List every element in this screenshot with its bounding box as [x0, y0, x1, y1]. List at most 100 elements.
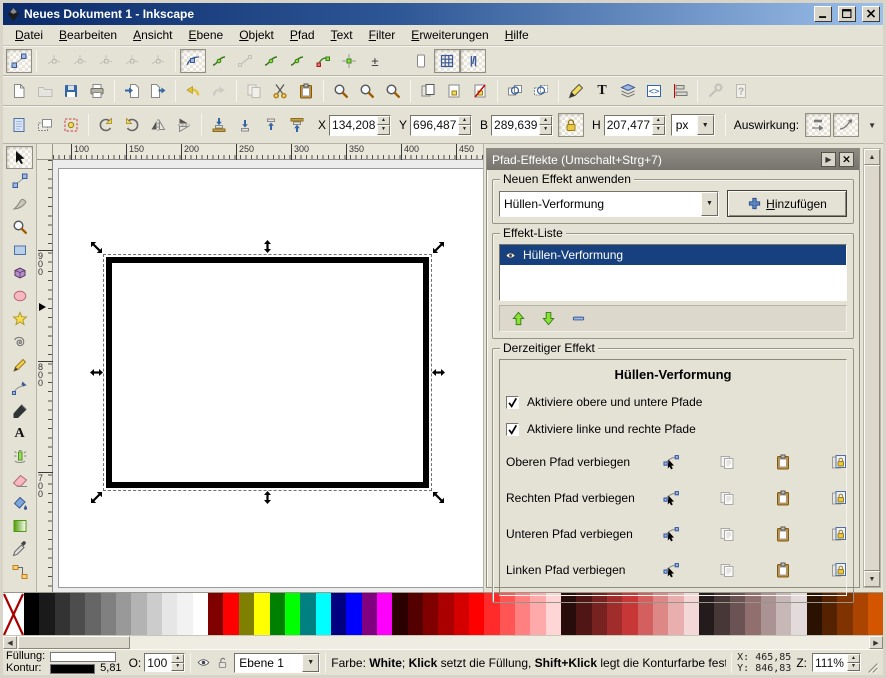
new-document-button[interactable] [6, 79, 32, 103]
palette-swatch[interactable] [254, 593, 269, 635]
segment-line-button[interactable] [284, 49, 310, 73]
object-to-path-button[interactable] [336, 49, 362, 73]
checkbox-0[interactable] [506, 396, 519, 409]
paste-button[interactable] [293, 79, 319, 103]
save-document-button[interactable] [58, 79, 84, 103]
scale-handle-n[interactable] [261, 240, 274, 253]
menu-ebene[interactable]: Ebene [180, 26, 231, 44]
move-effect-up-button[interactable] [508, 309, 528, 329]
palette-scroll-right-icon[interactable]: ▶ [869, 636, 883, 649]
units-dropdown[interactable]: px ▼ [671, 114, 715, 136]
zoom-tool[interactable] [6, 215, 33, 238]
connector-tool[interactable] [6, 560, 33, 583]
palette-scrollbar-thumb[interactable] [18, 636, 130, 649]
xml-editor-button[interactable]: <> [641, 79, 667, 103]
node-tool-mode-button[interactable] [6, 49, 32, 73]
node-auto-button[interactable] [258, 49, 284, 73]
paste-path-button[interactable] [770, 449, 795, 474]
pen-tool[interactable] [6, 376, 33, 399]
scale-handle-ne[interactable] [432, 241, 445, 254]
layer-lock-icon[interactable] [215, 656, 229, 670]
minimize-button[interactable] [814, 6, 832, 22]
palette-swatch[interactable] [239, 593, 254, 635]
scale-handle-nw[interactable] [90, 241, 103, 254]
dropper-tool[interactable] [6, 537, 33, 560]
toolbar-overflow-arrow-icon[interactable]: ▼ [868, 121, 876, 130]
lower-button[interactable] [232, 113, 258, 137]
spray-tool[interactable] [6, 445, 33, 468]
maximize-button[interactable] [838, 6, 856, 22]
palette-swatch[interactable] [408, 593, 423, 635]
spiral-tool[interactable] [6, 330, 33, 353]
x-spinner[interactable]: ▲▼ [377, 116, 390, 135]
selected-rectangle[interactable] [106, 257, 429, 488]
rotate-cw-button[interactable] [119, 113, 145, 137]
palette-swatch[interactable] [331, 593, 346, 635]
palette-swatch[interactable] [177, 593, 192, 635]
dock-scrollbar-thumb[interactable] [864, 165, 880, 571]
menu-erweiterungen[interactable]: Erweiterungen [403, 26, 496, 44]
palette-swatch[interactable] [316, 593, 331, 635]
create-clone-button[interactable] [441, 79, 467, 103]
lock-ratio-button[interactable] [558, 113, 584, 137]
close-button[interactable] [862, 6, 880, 22]
dock-scrollbar[interactable]: ▲ ▼ [863, 148, 881, 588]
palette-swatch[interactable] [85, 593, 100, 635]
link-path-button[interactable] [826, 557, 851, 582]
width-spinner[interactable]: ▲▼ [539, 116, 552, 135]
palette-swatch[interactable] [39, 593, 54, 635]
tweak-tool[interactable] [6, 192, 33, 215]
stroke-to-path-button[interactable]: ± [362, 49, 388, 73]
palette-swatch[interactable] [223, 593, 238, 635]
effect-list-item[interactable]: Hüllen-Verformung [500, 245, 846, 265]
panel-close-button[interactable] [839, 152, 854, 167]
y-spinner[interactable]: ▲▼ [458, 116, 471, 135]
palette-swatch[interactable] [55, 593, 70, 635]
flip-horizontal-button[interactable] [145, 113, 171, 137]
rotate-ccw-button[interactable] [93, 113, 119, 137]
opacity-spinner[interactable]: ▲▼ [171, 654, 184, 671]
palette-scroll-left-icon[interactable]: ◀ [3, 636, 17, 649]
palette-scrollbar-track[interactable] [130, 636, 869, 649]
menu-objekt[interactable]: Objekt [231, 26, 282, 44]
horizontal-ruler[interactable]: 100150200250300350400450 [53, 144, 483, 160]
zoom-page-button[interactable] [380, 79, 406, 103]
text-dialog-button[interactable]: T [589, 79, 615, 103]
calligraphy-tool[interactable] [6, 399, 33, 422]
scroll-down-icon[interactable]: ▼ [864, 571, 880, 587]
align-dialog-button[interactable] [667, 79, 693, 103]
snap-nodes-button[interactable] [58, 113, 84, 137]
menu-pfad[interactable]: Pfad [282, 26, 323, 44]
ellipse-tool[interactable] [6, 284, 33, 307]
scale-handle-e[interactable] [432, 366, 445, 379]
palette-swatch[interactable] [285, 593, 300, 635]
palette-swatch[interactable] [853, 593, 868, 635]
panel-menu-button[interactable]: ▶ [821, 152, 836, 167]
menu-text[interactable]: Text [323, 26, 361, 44]
ungroup-button[interactable] [528, 79, 554, 103]
show-transform-handles-button[interactable] [434, 49, 460, 73]
scale-handle-sw[interactable] [90, 491, 103, 504]
palette-swatch[interactable] [423, 593, 438, 635]
selector-tool[interactable] [6, 146, 33, 169]
copy-path-button[interactable] [714, 557, 739, 582]
menu-bearbeiten[interactable]: Bearbeiten [51, 26, 125, 44]
add-effect-button[interactable]: Hinzufügen [727, 190, 847, 217]
palette-swatch[interactable] [346, 593, 361, 635]
palette-swatch[interactable] [193, 593, 208, 635]
palette-swatch[interactable] [300, 593, 315, 635]
edit-path-button[interactable] [658, 557, 683, 582]
height-spinner[interactable]: ▲▼ [652, 116, 665, 135]
effect-type-dropdown[interactable]: Hüllen-Verformung ▼ [499, 191, 719, 217]
raise-button[interactable] [258, 113, 284, 137]
resize-grip[interactable] [866, 661, 880, 675]
link-path-button[interactable] [826, 485, 851, 510]
lower-to-bottom-button[interactable] [206, 113, 232, 137]
scale-corners-toggle[interactable] [833, 113, 859, 137]
node-tool[interactable] [6, 169, 33, 192]
zoom-drawing-button[interactable] [354, 79, 380, 103]
palette-swatch[interactable] [70, 593, 85, 635]
copy-path-button[interactable] [714, 521, 739, 546]
scale-handle-se[interactable] [432, 491, 445, 504]
fill-color-swatch[interactable] [50, 652, 116, 662]
